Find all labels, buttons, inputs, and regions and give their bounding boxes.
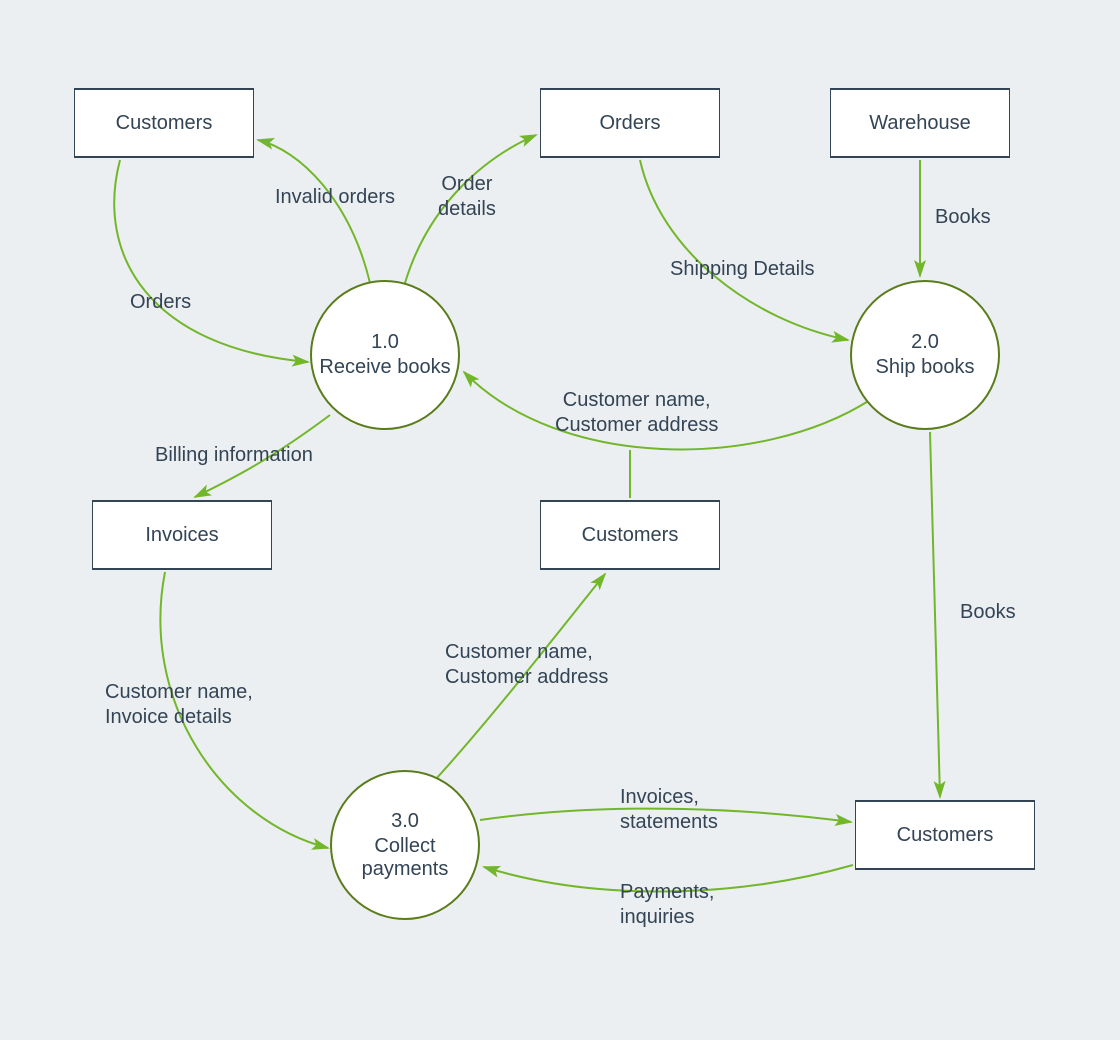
process-number: 2.0 [911, 331, 939, 354]
entity-label: Warehouse [869, 112, 971, 135]
process-ship-books: 2.0 Ship books [850, 280, 1000, 430]
entity-warehouse: Warehouse [830, 88, 1010, 158]
flow-label-order-details: Order details [438, 172, 496, 222]
flow-label-books-out: Books [960, 600, 1016, 625]
flow-label-shipping-details: Shipping Details [670, 257, 815, 282]
flow-label-cust-name-addr-1: Customer name, Customer address [555, 388, 718, 438]
entity-label: Invoices [145, 524, 218, 547]
entity-label: Customers [897, 824, 994, 847]
flow-label-billing-info: Billing information [155, 443, 313, 468]
entity-label: Customers [116, 112, 213, 135]
flow-label-payments: Payments, inquiries [620, 880, 714, 930]
process-number: 3.0 [391, 810, 419, 833]
process-collect-payments: 3.0 Collect payments [330, 770, 480, 920]
entity-label: Orders [599, 112, 660, 135]
process-label: Ship books [876, 356, 975, 379]
process-number: 1.0 [371, 331, 399, 354]
entity-customers-bottom: Customers [855, 800, 1035, 870]
process-label: Collect payments [332, 835, 478, 881]
dfd-canvas: Customers Orders Warehouse Invoices Cust… [0, 0, 1120, 1040]
flow-label-books-in: Books [935, 205, 991, 230]
entity-invoices: Invoices [92, 500, 272, 570]
flow-label-orders: Orders [130, 290, 191, 315]
entity-customers-top: Customers [74, 88, 254, 158]
flow-label-inv-details: Customer name, Invoice details [105, 680, 253, 730]
flow-label-invalid-orders: Invalid orders [275, 185, 395, 210]
entity-customers-mid: Customers [540, 500, 720, 570]
flow-label-cust-name-addr-2: Customer name, Customer address [445, 640, 608, 690]
process-receive-books: 1.0 Receive books [310, 280, 460, 430]
flow-label-inv-stmts: Invoices, statements [620, 785, 718, 835]
entity-orders: Orders [540, 88, 720, 158]
entity-label: Customers [582, 524, 679, 547]
process-label: Receive books [319, 356, 450, 379]
